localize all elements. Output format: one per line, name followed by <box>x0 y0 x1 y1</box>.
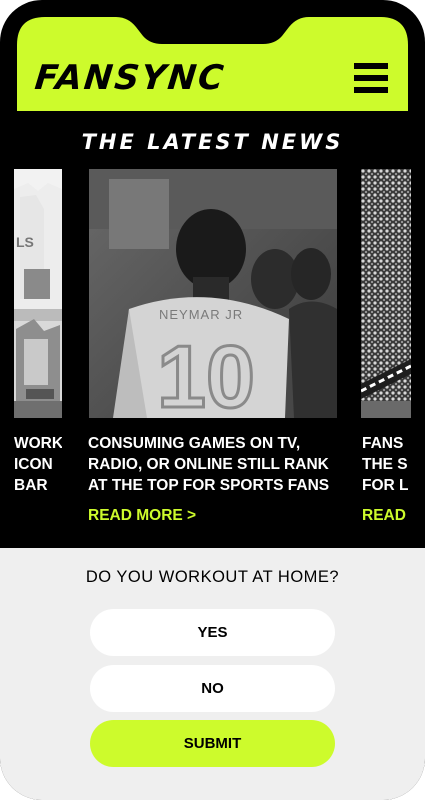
poll-option-yes-button[interactable]: YES <box>90 609 335 656</box>
football-fan-photo: NEYMAR JR 10 <box>89 169 337 418</box>
submit-button[interactable]: SUBMIT <box>90 720 335 767</box>
svg-text:10: 10 <box>157 327 255 418</box>
news-card-title[interactable]: WORK ICON BAR <box>14 433 62 496</box>
header: FANSYNC <box>17 17 408 111</box>
read-more-link[interactable]: READ MORE > <box>88 507 196 525</box>
news-card-image-crowd[interactable] <box>361 169 411 418</box>
section-title: THE LATEST NEWS <box>81 130 344 154</box>
svg-text:LS: LS <box>16 234 34 250</box>
poll-question: DO YOU WORKOUT AT HOME? <box>85 568 340 586</box>
news-card-image-jerseys[interactable]: LS <box>14 169 62 418</box>
jerseys-photo: LS <box>14 169 62 418</box>
news-card-image-fan[interactable]: NEYMAR JR 10 <box>89 169 337 418</box>
stadium-crowd-photo <box>361 169 411 418</box>
hamburger-menu-icon[interactable] <box>354 63 388 93</box>
logo[interactable]: FANSYNC <box>33 58 227 98</box>
svg-text:NEYMAR JR: NEYMAR JR <box>159 307 243 322</box>
poll-option-no-button[interactable]: NO <box>90 665 335 712</box>
read-more-link[interactable]: READ <box>362 507 425 525</box>
phone-frame: FANSYNC THE LATEST NEWS LS WORK ICON BAR <box>0 0 425 800</box>
news-card-title[interactable]: CONSUMING GAMES ON TV, RADIO, OR ONLINE … <box>88 433 348 496</box>
poll-section: DO YOU WORKOUT AT HOME? YES NO SUBMIT <box>0 548 425 800</box>
news-card-title[interactable]: FANS THE S FOR L <box>362 433 425 496</box>
